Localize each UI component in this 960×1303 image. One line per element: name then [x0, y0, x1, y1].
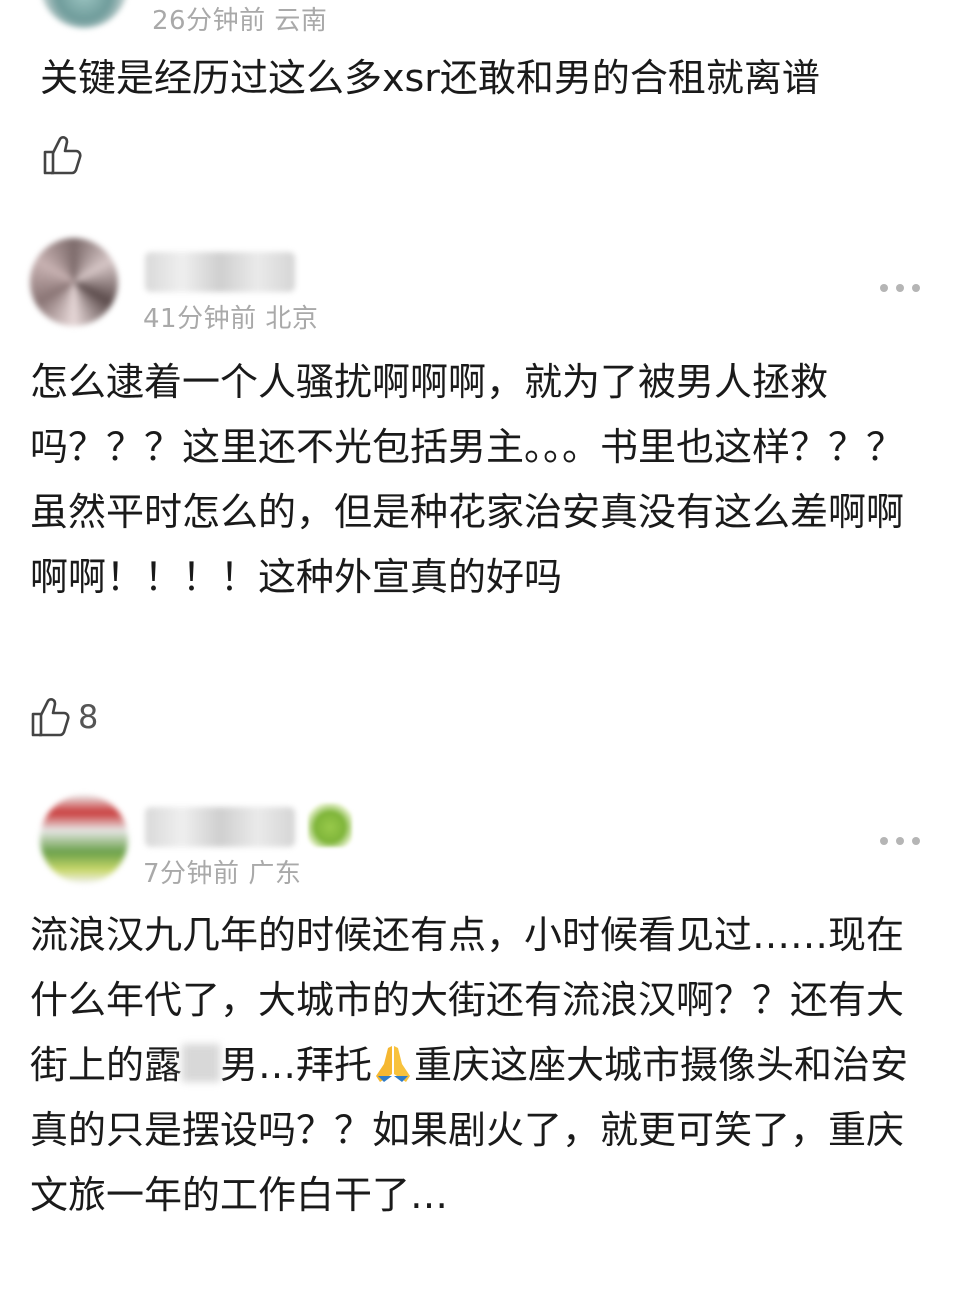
username-redacted[interactable]: [145, 807, 295, 847]
like-count: 8: [78, 698, 99, 736]
redacted-character: [182, 1044, 221, 1082]
comment-location: 北京: [265, 304, 319, 334]
comment-2: 41分钟前 北京 怎么逮着一个人骚扰啊啊啊，就为了被男人拯救吗？？？这里还不光包…: [0, 230, 960, 760]
dot-icon: [896, 284, 904, 292]
comment-time: 7分钟前: [143, 859, 240, 889]
more-options-button[interactable]: [880, 282, 920, 294]
avatar[interactable]: [40, 0, 128, 28]
comment-meta: 7分钟前 广东: [143, 853, 301, 890]
dot-icon: [880, 837, 888, 845]
dot-icon: [912, 837, 920, 845]
comment-location: 广东: [248, 859, 302, 889]
comment-3: 7分钟前 广东 流浪汉九几年的时候还有点，小时候看见过……现在什么年代了，大城市…: [0, 785, 960, 1303]
comment-text-part: 男…拜托: [220, 1043, 373, 1087]
thumbs-up-icon: [31, 698, 70, 737]
comment-meta: 26分钟前 云南: [152, 0, 327, 37]
comment-text: 关键是经历过这么多xsr还敢和男的合租就离谱: [40, 56, 820, 100]
dot-icon: [896, 837, 904, 845]
comment-time: 41分钟前: [143, 304, 257, 334]
comment-text: 流浪汉九几年的时候还有点，小时候看见过……现在什么年代了，大城市的大街还有流浪汉…: [30, 903, 912, 1228]
like-button[interactable]: [42, 134, 82, 176]
comment-meta: 41分钟前 北京: [143, 298, 318, 335]
avatar[interactable]: [30, 238, 118, 326]
folded-hands-emoji-icon: [376, 1046, 411, 1082]
username-redacted[interactable]: [145, 252, 295, 292]
more-options-button[interactable]: [880, 835, 920, 847]
dot-icon: [912, 284, 920, 292]
like-button[interactable]: 8: [30, 696, 98, 738]
comment-time: 26分钟前: [152, 6, 266, 36]
user-badge-icon: [308, 803, 352, 847]
comment-1: 26分钟前 云南 关键是经历过这么多xsr还敢和男的合租就离谱: [0, 0, 960, 200]
dot-icon: [880, 284, 888, 292]
thumbs-up-icon: [43, 136, 82, 175]
avatar[interactable]: [40, 795, 128, 883]
comment-location: 云南: [274, 6, 328, 36]
comment-text: 怎么逮着一个人骚扰啊啊啊，就为了被男人拯救吗？？？这里还不光包括男主。。。书里也…: [30, 360, 905, 599]
